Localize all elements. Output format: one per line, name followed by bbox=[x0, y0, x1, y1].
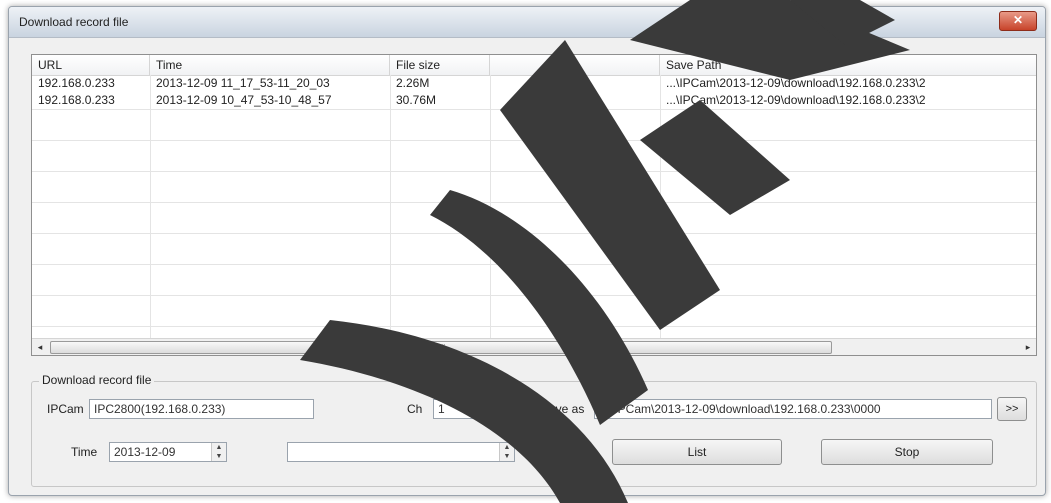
cell-url: 192.168.0.233 bbox=[38, 76, 115, 90]
scroll-left-icon[interactable]: ◂ bbox=[32, 339, 48, 355]
ipcam-label: IPCam bbox=[47, 402, 84, 416]
window-title: Download record file bbox=[19, 15, 129, 29]
chevron-down-icon[interactable]: ▼ bbox=[508, 400, 526, 418]
grip-icon: ||| bbox=[439, 343, 446, 352]
cell-blank bbox=[490, 92, 660, 109]
download-group bbox=[31, 381, 1037, 487]
cell-blank bbox=[490, 75, 660, 92]
download-group-label: Download record file bbox=[39, 373, 155, 387]
cell-file-size: 2.26M bbox=[396, 76, 430, 90]
spin-down-icon[interactable]: ▼ bbox=[212, 452, 226, 461]
column-header-time[interactable]: Time bbox=[150, 55, 390, 75]
table-row[interactable]: 192.168.0.233 2013-12-09 11_17_53-11_20_… bbox=[32, 75, 1036, 92]
ipcam-value: IPC2800(192.168.0.233) bbox=[94, 402, 226, 416]
scroll-thumb[interactable]: ||| bbox=[50, 341, 832, 354]
spin-down-icon[interactable]: ▼ bbox=[500, 452, 514, 461]
close-icon: ✕ bbox=[1012, 13, 1024, 27]
save-path-value: C:\IPCam\2013-12-09\download\192.168.0.2… bbox=[599, 402, 881, 416]
save-as-label: Save as bbox=[541, 402, 585, 416]
cell-file-size: 30.76M bbox=[396, 93, 437, 107]
record-list[interactable]: URL Time File size Save Path 192.168.0.2… bbox=[31, 54, 1037, 356]
column-header-save-path[interactable]: Save Path bbox=[660, 55, 1036, 75]
cell-time: 2013-12-09 11_17_53-11_20_03 bbox=[156, 76, 330, 90]
column-header-blank[interactable] bbox=[490, 55, 660, 75]
download-record-window: Download record file ✕ URL Time File siz… bbox=[8, 6, 1046, 496]
date-value: 2013-12-09 bbox=[114, 445, 176, 459]
column-header-url[interactable]: URL bbox=[32, 55, 150, 75]
channel-label: Ch bbox=[407, 402, 423, 416]
scroll-right-icon[interactable]: ▸ bbox=[1020, 339, 1036, 355]
spin-up-icon[interactable]: ▲ bbox=[212, 443, 226, 452]
cell-save-path: ...\IPCam\2013-12-09\download\192.168.0.… bbox=[666, 93, 926, 107]
horizontal-scrollbar[interactable]: ◂ ||| ▸ bbox=[32, 338, 1036, 355]
channel-select[interactable]: 1 ▼ bbox=[433, 399, 527, 419]
time-spinner[interactable]: ▲ ▼ bbox=[499, 443, 514, 461]
list-rows: 192.168.0.233 2013-12-09 11_17_53-11_20_… bbox=[32, 75, 1036, 339]
spin-up-icon[interactable]: ▲ bbox=[500, 443, 514, 452]
time-label: Time bbox=[71, 445, 98, 459]
save-path-field[interactable]: C:\IPCam\2013-12-09\download\192.168.0.2… bbox=[594, 399, 992, 419]
close-button[interactable]: ✕ bbox=[999, 11, 1037, 31]
column-header-file-size[interactable]: File size bbox=[390, 55, 490, 75]
cell-save-path: ...\IPCam\2013-12-09\download\192.168.0.… bbox=[666, 76, 926, 90]
date-spinner[interactable]: ▲ ▼ bbox=[211, 443, 226, 461]
stop-button[interactable]: Stop bbox=[821, 439, 993, 465]
date-picker[interactable]: 2013-12-09 ▲ ▼ bbox=[109, 442, 227, 462]
time-picker[interactable]: ▲ ▼ bbox=[287, 442, 515, 462]
channel-value: 1 bbox=[438, 402, 445, 416]
ipcam-select[interactable]: IPC2800(192.168.0.233) bbox=[89, 399, 314, 419]
title-bar: Download record file ✕ bbox=[9, 7, 1045, 38]
list-button[interactable]: List bbox=[612, 439, 782, 465]
table-row[interactable]: 192.168.0.233 2013-12-09 10_47_53-10_48_… bbox=[32, 92, 1036, 109]
list-header: URL Time File size Save Path bbox=[32, 55, 1036, 76]
browse-button[interactable]: >> bbox=[997, 397, 1027, 421]
cell-url: 192.168.0.233 bbox=[38, 93, 115, 107]
cell-time: 2013-12-09 10_47_53-10_48_57 bbox=[156, 93, 332, 107]
